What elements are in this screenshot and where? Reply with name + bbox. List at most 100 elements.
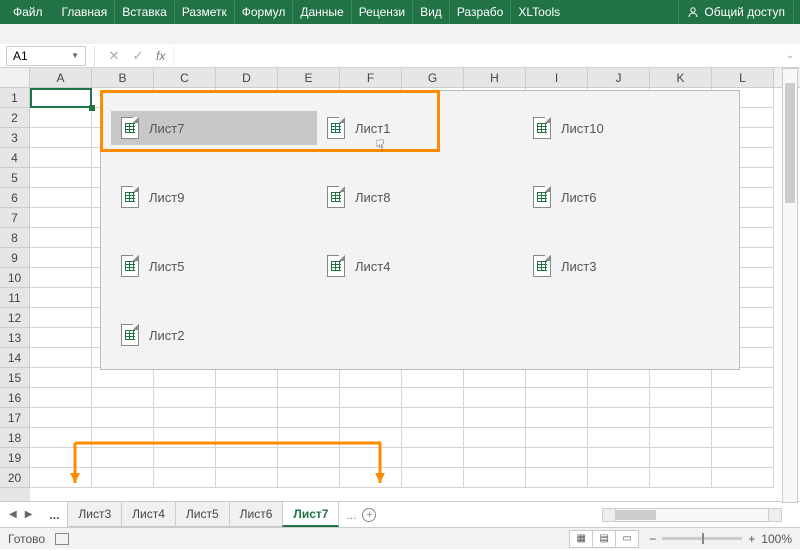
add-sheet-button[interactable]: + <box>362 508 376 522</box>
cell[interactable] <box>92 468 154 488</box>
cell[interactable] <box>216 448 278 468</box>
cell[interactable] <box>154 388 216 408</box>
cell[interactable] <box>92 388 154 408</box>
cell[interactable] <box>588 468 650 488</box>
fx-label[interactable]: fx <box>156 49 165 63</box>
cell[interactable] <box>278 408 340 428</box>
cell[interactable] <box>216 428 278 448</box>
cell[interactable] <box>464 368 526 388</box>
cell[interactable] <box>30 88 92 108</box>
row-header[interactable]: 7 <box>0 208 30 228</box>
cell[interactable] <box>712 468 774 488</box>
cell[interactable] <box>402 368 464 388</box>
cell[interactable] <box>30 268 92 288</box>
tab-overflow-left[interactable]: ... <box>41 508 67 522</box>
cell[interactable] <box>650 388 712 408</box>
cell[interactable] <box>526 388 588 408</box>
cell[interactable] <box>464 388 526 408</box>
nav-next-icon[interactable]: ▶ <box>22 509 36 520</box>
cell[interactable] <box>30 468 92 488</box>
cell[interactable] <box>340 368 402 388</box>
sheet-tab[interactable]: Лист5 <box>175 502 230 527</box>
cell[interactable] <box>30 208 92 228</box>
row-header[interactable]: 15 <box>0 368 30 388</box>
cell[interactable] <box>340 428 402 448</box>
row-header[interactable]: 16 <box>0 388 30 408</box>
tab-data[interactable]: Данные <box>293 0 351 24</box>
cell[interactable] <box>464 468 526 488</box>
cell[interactable] <box>216 408 278 428</box>
cell[interactable] <box>30 388 92 408</box>
cell[interactable] <box>340 408 402 428</box>
cell[interactable] <box>402 468 464 488</box>
cell[interactable] <box>30 428 92 448</box>
tab-developer[interactable]: Разрабо <box>450 0 512 24</box>
cell[interactable] <box>402 388 464 408</box>
row-header[interactable]: 3 <box>0 128 30 148</box>
sheet-tab[interactable]: Лист6 <box>229 502 284 527</box>
cell[interactable] <box>650 468 712 488</box>
cell[interactable] <box>154 368 216 388</box>
cell[interactable] <box>650 448 712 468</box>
cell[interactable] <box>712 448 774 468</box>
cell[interactable] <box>340 388 402 408</box>
expand-formula-bar-icon[interactable]: ⌄ <box>780 50 800 61</box>
cell[interactable] <box>30 308 92 328</box>
cell[interactable] <box>402 448 464 468</box>
tab-view[interactable]: Вид <box>413 0 450 24</box>
col-header[interactable]: A <box>30 68 92 87</box>
zoom-slider[interactable] <box>662 537 742 540</box>
cell[interactable] <box>712 388 774 408</box>
cell[interactable] <box>650 408 712 428</box>
tab-layout[interactable]: Разметк <box>175 0 235 24</box>
cell[interactable] <box>340 448 402 468</box>
cell[interactable] <box>154 408 216 428</box>
col-header[interactable]: I <box>526 68 588 87</box>
row-header[interactable]: 17 <box>0 408 30 428</box>
col-header[interactable]: E <box>278 68 340 87</box>
row-header[interactable]: 2 <box>0 108 30 128</box>
name-box[interactable]: A1 ▼ <box>6 46 86 66</box>
row-header[interactable]: 11 <box>0 288 30 308</box>
row-header[interactable]: 18 <box>0 428 30 448</box>
cell[interactable] <box>30 108 92 128</box>
cell[interactable] <box>30 448 92 468</box>
cell[interactable] <box>278 388 340 408</box>
cell[interactable] <box>340 468 402 488</box>
col-header[interactable]: K <box>650 68 712 87</box>
cell[interactable] <box>216 368 278 388</box>
sheet-item[interactable]: Лист1 <box>317 111 523 145</box>
cell[interactable] <box>588 448 650 468</box>
cell[interactable] <box>154 428 216 448</box>
cell[interactable] <box>30 288 92 308</box>
cell[interactable] <box>650 368 712 388</box>
row-header[interactable]: 6 <box>0 188 30 208</box>
sheet-tab[interactable]: Лист4 <box>121 502 176 527</box>
row-header[interactable]: 10 <box>0 268 30 288</box>
col-header[interactable]: F <box>340 68 402 87</box>
scrollbar-thumb[interactable] <box>616 510 656 520</box>
select-all-corner[interactable] <box>0 68 30 87</box>
tab-review[interactable]: Рецензи <box>352 0 413 24</box>
cell[interactable] <box>464 428 526 448</box>
cell[interactable] <box>464 448 526 468</box>
cell[interactable] <box>588 408 650 428</box>
cell[interactable] <box>588 388 650 408</box>
tab-xltools[interactable]: XLTools <box>511 0 567 24</box>
cell[interactable] <box>30 368 92 388</box>
zoom-out-button[interactable]: − <box>649 532 656 546</box>
cell[interactable] <box>30 328 92 348</box>
cell[interactable] <box>92 368 154 388</box>
cell[interactable] <box>278 468 340 488</box>
cell[interactable] <box>92 428 154 448</box>
tab-formulas[interactable]: Формул <box>235 0 294 24</box>
cell[interactable] <box>30 228 92 248</box>
cell[interactable] <box>526 408 588 428</box>
col-header[interactable]: D <box>216 68 278 87</box>
sheet-item[interactable]: Лист2 <box>111 318 317 352</box>
cell[interactable] <box>154 448 216 468</box>
row-header[interactable]: 4 <box>0 148 30 168</box>
cell[interactable] <box>278 448 340 468</box>
nav-prev-icon[interactable]: ◀ <box>6 509 20 520</box>
tab-overflow-right[interactable]: ... + <box>338 508 384 522</box>
